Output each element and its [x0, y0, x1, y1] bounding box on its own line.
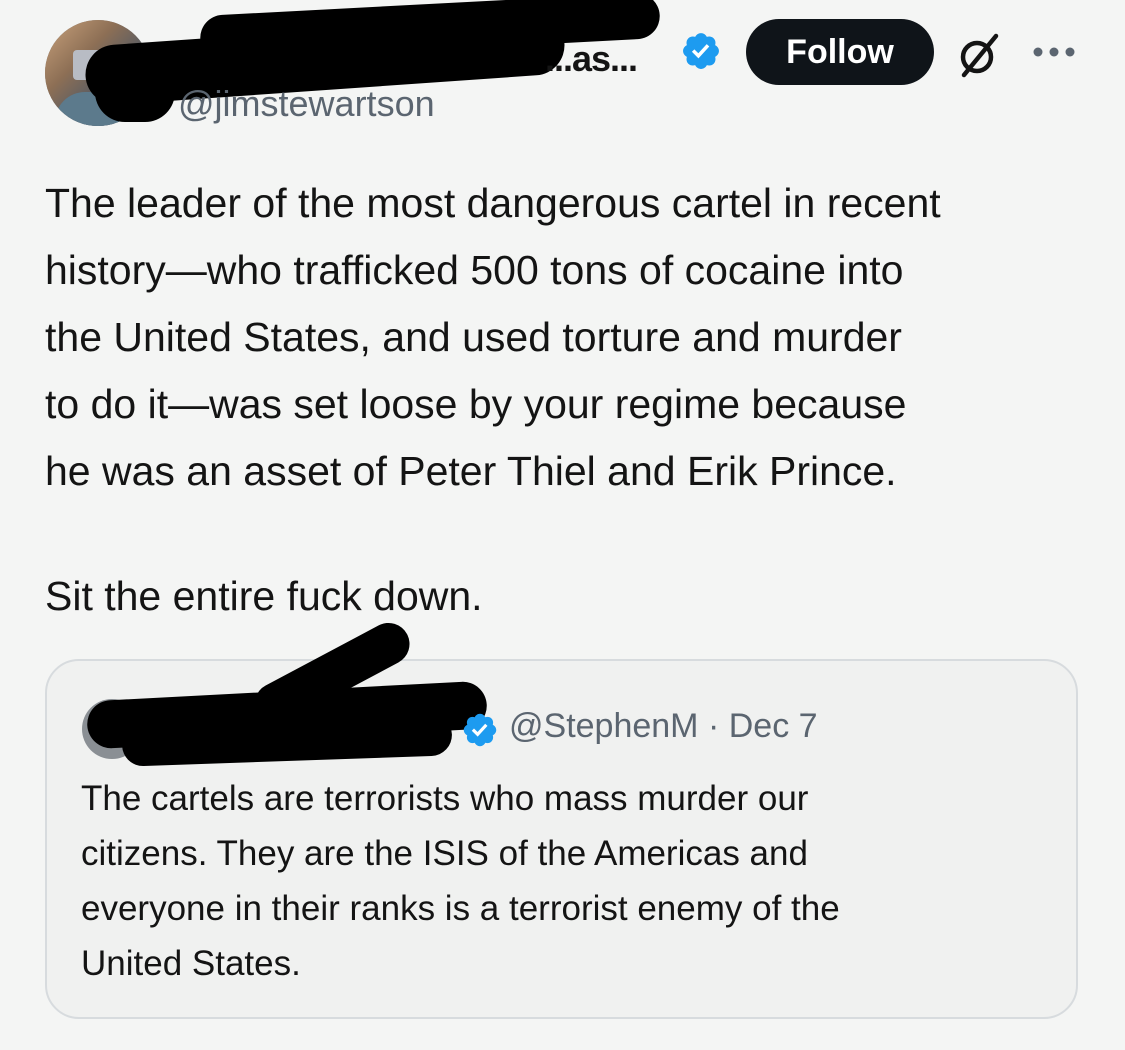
- post-body-line: The leader of the most dangerous cartel …: [45, 180, 941, 226]
- redaction-mark: [95, 60, 175, 122]
- more-options-icon[interactable]: [1030, 44, 1078, 60]
- verified-badge-icon: [463, 713, 497, 747]
- post-body-line: the United States, and used torture and …: [45, 314, 902, 360]
- post-body-line: he was an asset of Peter Thiel and Erik …: [45, 448, 897, 494]
- post-body: The leader of the most dangerous cartel …: [45, 170, 1095, 505]
- quoted-body-line: The cartels are terrorists who mass murd…: [81, 779, 809, 818]
- meta-separator: ·: [707, 707, 720, 745]
- follow-button[interactable]: Follow: [746, 19, 934, 85]
- post-closing-line: Sit the entire fuck down.: [45, 573, 483, 619]
- quoted-author-handle[interactable]: @StephenM: [509, 707, 699, 745]
- quoted-post[interactable]: @StephenM · Dec 7 The cartels are terror…: [45, 615, 1078, 1019]
- quoted-post-date[interactable]: Dec 7: [729, 707, 818, 745]
- grok-icon[interactable]: [952, 30, 1006, 80]
- post-body-line: to do it—was set loose by your regime be…: [45, 381, 907, 427]
- quoted-body-line: United States.: [81, 944, 301, 983]
- verified-badge-icon: [683, 33, 719, 69]
- quoted-body-line: citizens. They are the ISIS of the Ameri…: [81, 834, 808, 873]
- quoted-body-line: everyone in their ranks is a terrorist e…: [81, 889, 840, 928]
- post-body-line: history—who trafficked 500 tons of cocai…: [45, 247, 904, 293]
- quoted-post-body: The cartels are terrorists who mass murd…: [81, 771, 1041, 991]
- quoted-post-meta: @StephenM · Dec 7: [509, 707, 818, 746]
- author-name[interactable]: ...as...: [545, 38, 638, 80]
- tweet-screenshot: ...as... @jimstewartson Follow The leade…: [0, 0, 1125, 1050]
- author-handle[interactable]: @jimstewartson: [178, 83, 435, 125]
